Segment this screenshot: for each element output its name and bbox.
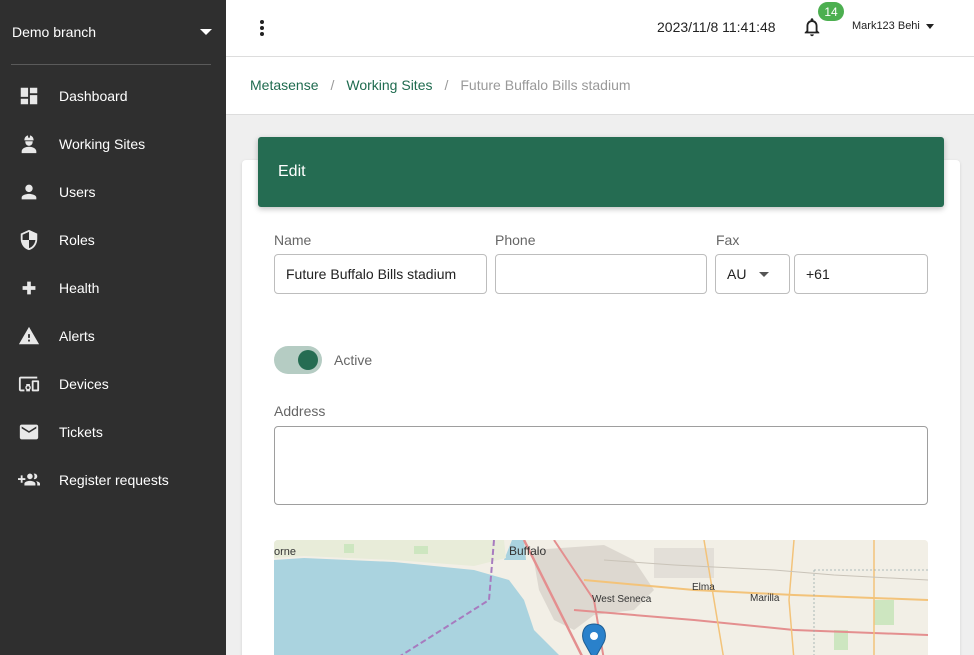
sidebar-item-label: Tickets — [59, 424, 103, 440]
breadcrumb: Metasense / Working Sites / Future Buffa… — [250, 77, 631, 93]
more-vert-icon[interactable] — [256, 18, 268, 38]
sidebar-nav: Dashboard Working Sites Users Roles Heal… — [0, 72, 226, 504]
sidebar-divider — [11, 64, 211, 65]
sidebar-item-label: Working Sites — [59, 136, 146, 152]
devices-icon — [17, 372, 41, 396]
sidebar-item-label: Dashboard — [59, 88, 128, 104]
breadcrumb-current: Future Buffalo Bills stadium — [460, 77, 631, 93]
sidebar-item-label: Users — [59, 184, 96, 200]
sidebar-item-users[interactable]: Users — [0, 168, 226, 216]
map-tiles: orne Buffalo West Seneca Elma Marilla — [274, 540, 928, 655]
top-app-bar: 2023/11/8 11:41:48 14 Mark123 Behi — [226, 0, 974, 57]
user-name: Mark123 Behi — [852, 20, 920, 32]
sidebar-item-roles[interactable]: Roles — [0, 216, 226, 264]
notification-count-badge: 14 — [818, 2, 844, 21]
sidebar-item-health[interactable]: Health — [0, 264, 226, 312]
breadcrumb-separator: / — [444, 77, 449, 93]
sidebar-item-working-sites[interactable]: Working Sites — [0, 120, 226, 168]
current-datetime: 2023/11/8 11:41:48 — [657, 19, 776, 35]
sidebar: Demo branch Dashboard Working Sites User… — [0, 0, 226, 655]
notifications-bell-icon[interactable] — [801, 16, 825, 40]
breadcrumb-bar: Metasense / Working Sites / Future Buffa… — [226, 57, 974, 115]
warning-icon — [17, 324, 41, 348]
fax-field[interactable]: +61 — [794, 254, 928, 294]
phone-label: Phone — [495, 232, 536, 248]
sidebar-item-devices[interactable]: Devices — [0, 360, 226, 408]
location-map[interactable]: orne Buffalo West Seneca Elma Marilla — [274, 540, 928, 655]
sidebar-item-label: Devices — [59, 376, 109, 392]
fax-country-select[interactable]: AU — [715, 254, 790, 294]
plus-icon — [17, 276, 41, 300]
active-toggle[interactable] — [274, 346, 322, 374]
shield-icon — [17, 228, 41, 252]
fax-country-value: AU — [727, 266, 747, 282]
sidebar-item-label: Health — [59, 280, 100, 296]
card-title: Edit — [258, 137, 944, 207]
active-label: Active — [334, 352, 373, 368]
breadcrumb-separator: / — [330, 77, 335, 93]
map-label-west-seneca: West Seneca — [592, 594, 652, 605]
sidebar-item-alerts[interactable]: Alerts — [0, 312, 226, 360]
chevron-down-icon — [925, 23, 934, 29]
chevron-down-icon — [200, 29, 212, 35]
toggle-knob — [298, 350, 318, 370]
sidebar-item-label: Alerts — [59, 328, 95, 344]
add-group-icon — [17, 468, 41, 492]
dashboard-icon — [17, 84, 41, 108]
sidebar-item-register-requests[interactable]: Register requests — [0, 456, 226, 504]
breadcrumb-link-working-sites[interactable]: Working Sites — [346, 77, 432, 93]
user-menu[interactable]: Mark123 Behi — [852, 20, 936, 32]
map-label-marilla: Marilla — [750, 593, 780, 604]
map-label-elma: Elma — [692, 582, 715, 593]
worker-icon — [17, 132, 41, 156]
sidebar-item-tickets[interactable]: Tickets — [0, 408, 226, 456]
address-label: Address — [274, 403, 326, 419]
sidebar-item-label: Register requests — [59, 472, 169, 488]
map-label-orne: orne — [274, 546, 296, 558]
person-icon — [17, 180, 41, 204]
fax-label: Fax — [716, 232, 740, 248]
chevron-down-icon — [759, 271, 769, 277]
address-textarea[interactable] — [274, 426, 928, 505]
breadcrumb-link-metasense[interactable]: Metasense — [250, 77, 318, 93]
branch-selector[interactable]: Demo branch — [12, 22, 214, 42]
map-label-buffalo: Buffalo — [509, 544, 546, 558]
mail-icon — [17, 420, 41, 444]
name-field[interactable]: Future Buffalo Bills stadium — [274, 254, 487, 294]
branch-label: Demo branch — [12, 24, 97, 40]
sidebar-item-label: Roles — [59, 232, 95, 248]
phone-field[interactable] — [495, 254, 707, 294]
name-label: Name — [274, 232, 312, 248]
sidebar-item-dashboard[interactable]: Dashboard — [0, 72, 226, 120]
